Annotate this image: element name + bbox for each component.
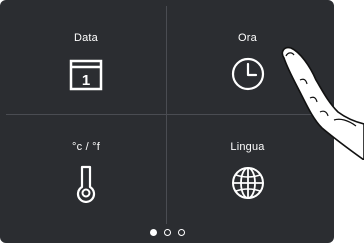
thermometer-icon	[66, 163, 106, 203]
tile-language[interactable]: Lingua	[167, 115, 328, 224]
page-indicator	[0, 229, 334, 236]
tile-language-label: Lingua	[230, 141, 265, 153]
device-screen: Data 1 Ora °c / °f Lingua	[0, 0, 334, 243]
tile-temperature-label: °c / °f	[72, 141, 100, 153]
globe-icon	[228, 163, 268, 203]
page-dot-1[interactable]	[149, 229, 157, 236]
clock-icon	[228, 54, 268, 94]
tile-time[interactable]: Ora	[167, 6, 328, 115]
tile-temperature-unit[interactable]: °c / °f	[6, 115, 167, 224]
tile-date-label: Data	[73, 32, 99, 44]
tile-date[interactable]: Data 1	[6, 6, 167, 115]
page-dot-2[interactable]	[163, 229, 171, 236]
calendar-icon: 1	[66, 54, 106, 94]
settings-grid: Data 1 Ora °c / °f Lingua	[6, 6, 328, 224]
page-dot-3[interactable]	[177, 229, 185, 236]
calendar-day: 1	[82, 72, 90, 89]
tile-time-label: Ora	[238, 32, 257, 44]
